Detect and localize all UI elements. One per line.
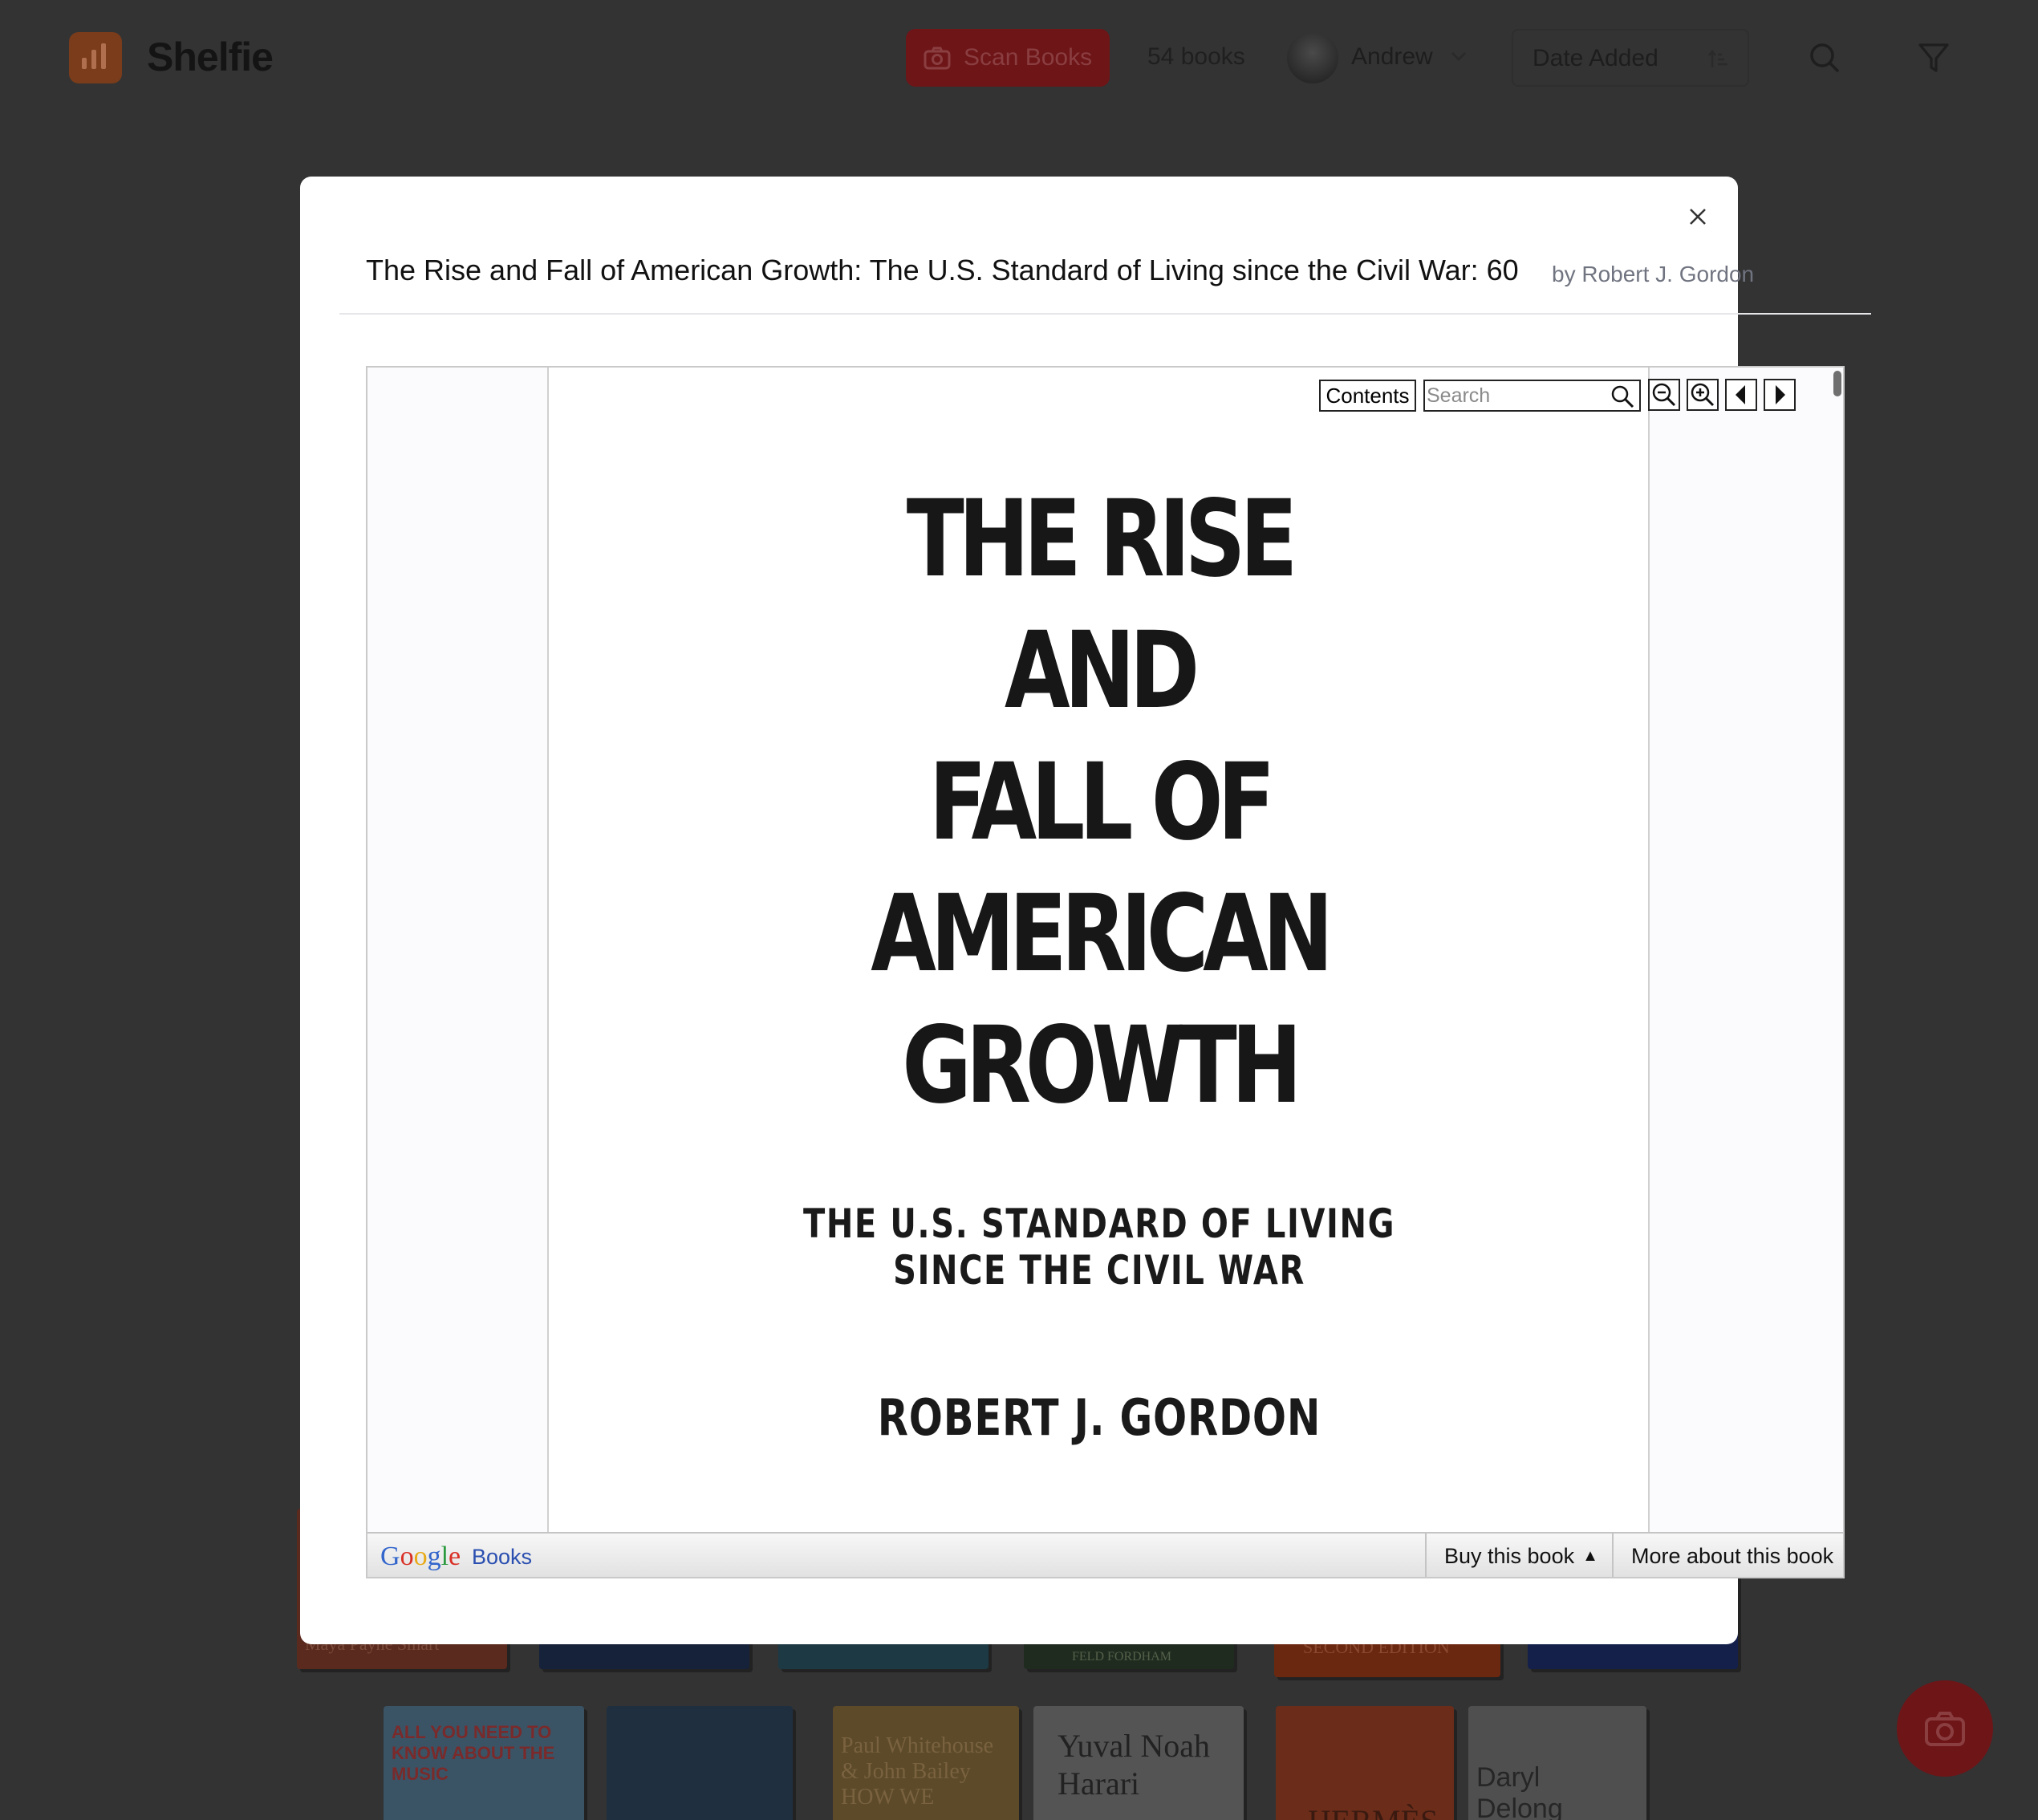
avatar[interactable] bbox=[1287, 32, 1338, 83]
top-bar: Shelfie Scan Books 54 books Andrew Date … bbox=[0, 0, 2038, 116]
cover-subtitle-line: THE U.S. STANDARD OF LIVING bbox=[802, 1200, 1396, 1247]
viewer-left-pane bbox=[367, 368, 549, 1532]
book-cover[interactable]: ALL YOU NEED TO KNOW ABOUT THE MUSIC bbox=[384, 1706, 584, 1820]
scan-books-button[interactable]: Scan Books bbox=[906, 29, 1110, 87]
zoom-in-icon bbox=[1691, 383, 1715, 407]
sort-label: Date Added bbox=[1533, 45, 1658, 71]
sort-order-icon[interactable] bbox=[1707, 48, 1730, 71]
book-cover[interactable]: HERMÈS bbox=[1276, 1706, 1454, 1820]
app-name: Shelfie bbox=[147, 35, 274, 79]
chevron-down-icon[interactable] bbox=[1449, 48, 1468, 64]
cover-title-line: AMERICAN bbox=[871, 872, 1334, 996]
viewer-right-pane bbox=[1650, 368, 1830, 1532]
google-books-viewer[interactable]: THE RISE AND FALL OF AMERICAN GROWTH THE… bbox=[366, 366, 1845, 1578]
book-grid: ALL YOU NEED TO KNOW ABOUT THE MUSIC Pau… bbox=[0, 1706, 2038, 1820]
close-icon[interactable] bbox=[1799, 258, 1828, 287]
search-icon[interactable] bbox=[1809, 42, 1841, 74]
more-about-this-book-button[interactable]: More about this book bbox=[1612, 1534, 1843, 1577]
book-cover[interactable] bbox=[607, 1706, 793, 1820]
next-page-button[interactable] bbox=[1764, 379, 1796, 411]
previous-page-button[interactable] bbox=[1725, 379, 1757, 411]
scrollbar-thumb[interactable] bbox=[1833, 371, 1841, 396]
filter-icon[interactable] bbox=[1918, 42, 1950, 74]
buy-this-book-button[interactable]: Buy this book ▲ bbox=[1425, 1534, 1612, 1577]
zoom-out-button[interactable] bbox=[1648, 379, 1680, 411]
camera-icon bbox=[924, 47, 951, 70]
buy-this-book-label: Buy this book bbox=[1444, 1543, 1575, 1568]
camera-icon bbox=[1925, 1712, 1965, 1746]
zoom-out-icon bbox=[1652, 383, 1676, 407]
search-icon[interactable] bbox=[1610, 384, 1634, 408]
viewer-search-input[interactable] bbox=[1427, 383, 1607, 408]
viewer-scrollbar[interactable] bbox=[1830, 368, 1843, 1532]
cover-author: ROBERT J. GORDON bbox=[877, 1388, 1321, 1447]
scan-books-label: Scan Books bbox=[964, 44, 1093, 71]
google-books-link[interactable]: Books bbox=[472, 1545, 532, 1570]
contents-button[interactable]: Contents bbox=[1319, 380, 1416, 412]
viewer-footer: Google Books Buy this book ▲ More about … bbox=[367, 1532, 1843, 1577]
book-cover[interactable]: Yuval Noah Harari bbox=[1033, 1706, 1244, 1820]
book-cover[interactable]: Paul Whitehouse & John Bailey HOW WE bbox=[833, 1706, 1019, 1820]
triangle-up-icon: ▲ bbox=[1582, 1546, 1598, 1565]
scan-fab-button[interactable] bbox=[1897, 1680, 1993, 1777]
zoom-in-button[interactable] bbox=[1687, 379, 1719, 411]
user-name[interactable]: Andrew bbox=[1351, 43, 1433, 71]
book-count: 54 books bbox=[1147, 43, 1245, 70]
sort-select[interactable]: Date Added bbox=[1512, 29, 1749, 87]
app-logo-icon bbox=[69, 32, 122, 83]
cover-title-line: GROWTH bbox=[902, 1004, 1302, 1127]
book-page[interactable]: THE RISE AND FALL OF AMERICAN GROWTH THE… bbox=[549, 368, 1650, 1532]
modal-close-icon[interactable] bbox=[1683, 202, 1712, 231]
book-cover[interactable]: Daryl Delong Michael bbox=[1468, 1706, 1646, 1820]
header-divider bbox=[339, 313, 1871, 315]
modal-book-title: The Rise and Fall of American Growth: Th… bbox=[366, 254, 1519, 286]
viewer-search bbox=[1423, 380, 1641, 412]
cover-subtitle-line: SINCE THE CIVIL WAR bbox=[893, 1247, 1305, 1294]
cover-title-line: THE RISE bbox=[906, 477, 1298, 601]
modal-book-author: by Robert J. Gordon bbox=[1552, 262, 1755, 286]
cover-title-line: AND bbox=[1004, 609, 1200, 733]
cover-title-line: FALL OF bbox=[928, 741, 1276, 864]
google-logo[interactable]: Google bbox=[380, 1542, 461, 1572]
arrow-right-icon bbox=[1776, 385, 1785, 404]
arrow-left-icon bbox=[1736, 385, 1745, 404]
